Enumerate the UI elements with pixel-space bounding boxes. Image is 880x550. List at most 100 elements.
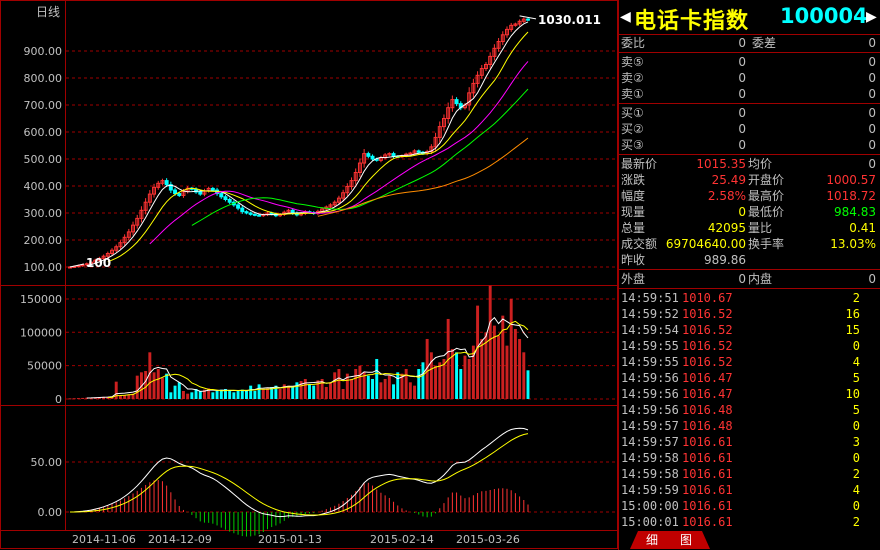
stock-code: 100004: [780, 4, 868, 28]
volume-bar: [160, 377, 164, 399]
tick-row: 14:59:57 1016.48 0: [618, 418, 880, 434]
quote-label: 换手率: [748, 237, 785, 251]
tick-volume: 4: [852, 355, 860, 369]
ask-price: 0: [738, 71, 746, 85]
volume-bar: [505, 345, 509, 399]
candle: [454, 99, 459, 105]
tick-volume: 0: [852, 499, 860, 513]
tick-price: 1010.67: [682, 291, 733, 305]
volume-bar: [72, 398, 76, 400]
prev-arrow-icon[interactable]: ◀: [620, 9, 631, 25]
quote-row: 涨跌 25.49 开盘价 1000.57: [618, 172, 880, 188]
tick-row: 14:59:54 1016.52 15: [618, 322, 880, 338]
bid-price: 0: [738, 106, 746, 120]
volume-bar: [324, 386, 328, 399]
quote-label: 成交额: [621, 237, 658, 251]
volume-bar: [211, 392, 215, 399]
tick-time: 15:00:00: [621, 499, 679, 513]
bid-row: 买③ 0 0: [618, 137, 880, 153]
volume-bar: [354, 368, 358, 399]
volume-bar: [476, 305, 480, 399]
quote-row: 现量 0 最低价 984.83: [618, 204, 880, 220]
tick-volume: 0: [852, 419, 860, 433]
separator: [618, 52, 880, 53]
ask-label: 卖②: [621, 71, 644, 85]
volume-bar: [312, 385, 316, 399]
volume-bar: [303, 378, 307, 399]
max-price-label: 1030.011: [538, 13, 601, 27]
macd-tick-label: 0.00: [38, 506, 63, 519]
bid-volume: 0: [868, 138, 876, 152]
price-tick-label: 100.00: [24, 261, 63, 274]
price-tick-label: 900.00: [24, 45, 63, 58]
volume-bar: [144, 370, 148, 399]
volume-bar: [173, 385, 177, 399]
ask-label: 卖⑤: [621, 55, 644, 69]
next-arrow-icon[interactable]: ▶: [866, 9, 877, 25]
quote-label: 幅度: [621, 189, 646, 203]
volume-bar: [417, 368, 421, 399]
tick-price: 1016.48: [682, 403, 733, 417]
volume-bar: [135, 375, 139, 399]
separator: [618, 288, 880, 289]
min-price-label: 100: [86, 256, 111, 270]
tab-detail[interactable]: 细: [640, 531, 664, 549]
quote-value: 1018.72: [826, 189, 876, 203]
quote-label: 昨收: [621, 253, 646, 267]
separator: [618, 269, 880, 270]
tick-time: 14:59:59: [621, 483, 679, 497]
tick-volume: 2: [852, 515, 860, 529]
chart-frame: [0, 0, 618, 549]
period-label: 日线: [36, 5, 60, 19]
tick-time: 14:59:55: [621, 355, 679, 369]
volume-bar: [249, 385, 253, 399]
ask-volume: 0: [868, 55, 876, 69]
volume-bar: [186, 393, 190, 399]
tick-price: 1016.52: [682, 339, 733, 353]
volume-bar: [480, 338, 484, 399]
outer-volume-value: 0: [738, 272, 746, 286]
ask-volume: 0: [868, 87, 876, 101]
tick-volume: 16: [845, 307, 860, 321]
tab-chart[interactable]: 图: [674, 531, 698, 549]
volume-bar: [215, 390, 219, 399]
candlestick-chart[interactable]: 日线 900.00 800.00 700.00 600.00 500.00 400.00 30…: [0, 0, 618, 550]
volume-bar: [198, 390, 202, 399]
bid-price: 0: [738, 122, 746, 136]
volume-bar: [488, 285, 492, 399]
price-tick-label: 700.00: [24, 99, 63, 112]
volume-bar: [81, 397, 85, 399]
quote-row: 最新价 1015.35 均价 0: [618, 156, 880, 172]
candle: [370, 155, 375, 160]
volume-bar: [308, 384, 311, 399]
volume-bar: [383, 378, 387, 399]
volume-tick-label: 50000: [27, 360, 62, 373]
volume-bar: [169, 392, 173, 399]
price-tick-label: 600.00: [24, 126, 63, 139]
volume-bar: [257, 384, 261, 399]
volume-bar: [152, 372, 156, 399]
volume-bar: [177, 382, 181, 399]
tick-volume: 2: [852, 291, 860, 305]
price-tick-label: 500.00: [24, 153, 63, 166]
ask-price: 0: [738, 55, 746, 69]
candle: [210, 187, 215, 191]
quote-label: 最高价: [748, 189, 785, 203]
bid-volume: 0: [868, 106, 876, 120]
tick-row: 15:00:00 1016.61 0: [618, 498, 880, 514]
quote-label: 最新价: [621, 157, 658, 171]
candle: [236, 204, 241, 209]
volume-bar: [76, 398, 80, 400]
volume-bar: [232, 392, 236, 399]
tick-time: 14:59:51: [621, 291, 679, 305]
candle: [391, 153, 396, 157]
tick-price: 1016.61: [682, 483, 733, 497]
tick-volume: 5: [852, 403, 860, 417]
volume-bar: [497, 335, 501, 399]
tick-price: 1016.52: [682, 307, 733, 321]
volume-bar: [266, 388, 269, 399]
volume-bar: [396, 372, 400, 399]
tick-price: 1016.48: [682, 419, 733, 433]
candle: [248, 212, 253, 215]
quote-value: 0: [738, 205, 746, 219]
